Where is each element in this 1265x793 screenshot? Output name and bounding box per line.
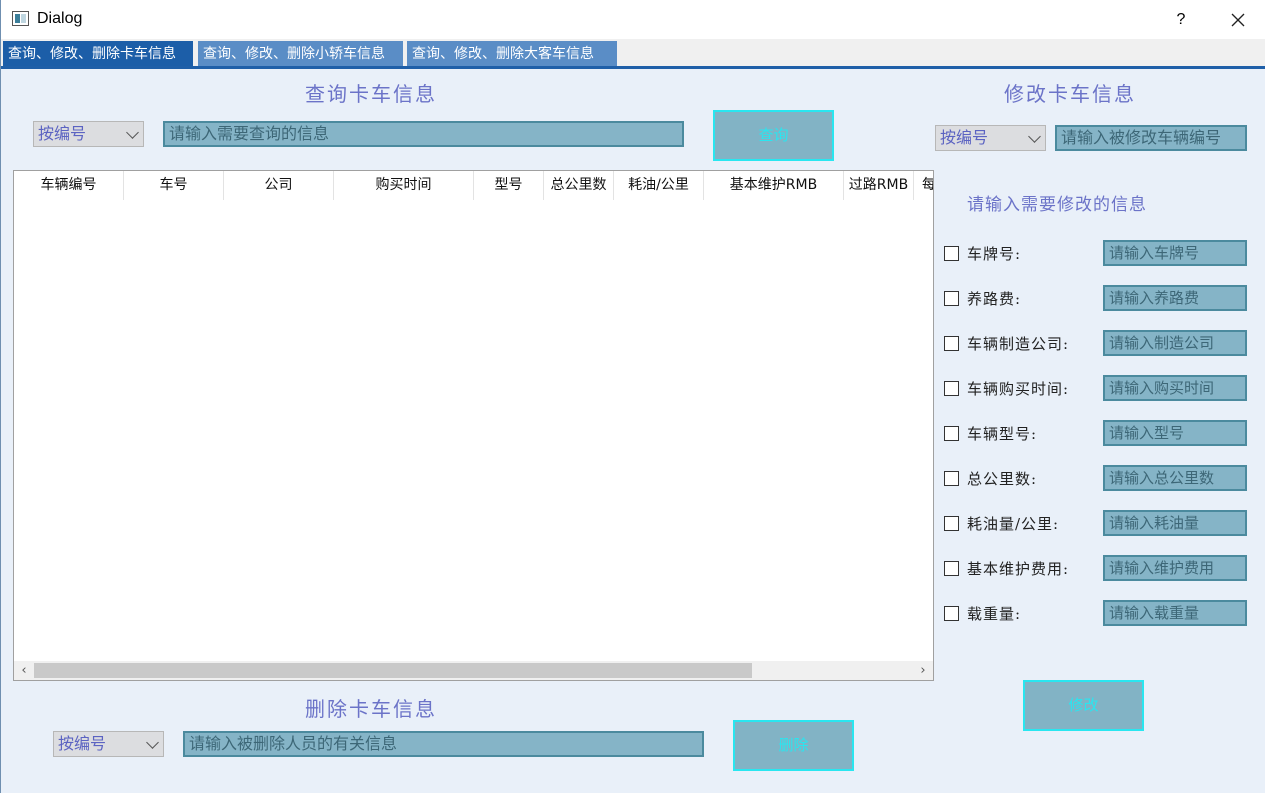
manufacturer-label: 车辆制造公司: [967,335,1070,353]
truck-table[interactable]: 车辆编号 车号 公司 购买时间 型号 总公里数 耗油/公里 基本维护RMB 过路… [13,170,934,681]
modify-id-input[interactable]: 请输入被修改车辆编号 [1055,125,1247,151]
road-fee-label: 养路费: [967,290,1022,308]
model-checkbox[interactable] [944,426,959,441]
column-header[interactable]: 车号 [124,171,224,200]
tab-bus[interactable]: 查询、修改、删除大客车信息 [407,41,617,67]
road-fee-input[interactable]: 请输入养路费 [1103,285,1247,311]
close-button[interactable] [1223,6,1253,34]
model-input[interactable]: 请输入型号 [1103,420,1247,446]
scroll-right-icon[interactable]: › [916,664,930,678]
chevron-down-icon [1028,130,1041,143]
query-section-title: 查询卡车信息 [305,82,437,106]
help-button[interactable]: ? [1169,8,1193,32]
scroll-left-icon[interactable]: ‹ [17,664,31,678]
query-filter-select[interactable]: 按编号 [33,121,144,147]
fuel-checkbox[interactable] [944,516,959,531]
column-header[interactable]: 公司 [224,171,334,200]
column-header[interactable]: 过路RMB [844,171,914,200]
modify-filter-value: 按编号 [940,128,989,147]
chevron-down-icon [126,126,139,139]
scrollbar-thumb[interactable] [34,663,752,678]
close-icon [1231,13,1245,27]
modify-prompt: 请输入需要修改的信息 [967,195,1147,215]
purchase-time-input[interactable]: 请输入购买时间 [1103,375,1247,401]
query-button[interactable]: 查询 [713,110,834,161]
query-filter-value: 按编号 [38,124,87,143]
manufacturer-input[interactable]: 请输入制造公司 [1103,330,1247,356]
purchase-time-checkbox[interactable] [944,381,959,396]
fuel-input[interactable]: 请输入耗油量 [1103,510,1247,536]
column-header[interactable]: 基本维护RMB [704,171,844,200]
model-label: 车辆型号: [967,425,1038,443]
query-input[interactable]: 请输入需要查询的信息 [163,121,684,147]
column-header[interactable]: 型号 [474,171,544,200]
title-bar: Dialog ? [1,0,1265,39]
mileage-label: 总公里数: [967,470,1038,488]
load-label: 载重量: [967,605,1022,623]
column-header[interactable]: 总公里数 [544,171,614,200]
maintenance-label: 基本维护费用: [967,560,1070,578]
mileage-checkbox[interactable] [944,471,959,486]
horizontal-scrollbar[interactable]: ‹ › [14,661,933,680]
dialog-window: Dialog ? 查询、修改、删除卡车信息 查询、修改、删除小轿车信息 查询、修… [0,0,1265,793]
column-header[interactable]: 每 [914,171,933,200]
tab-underline [1,66,1265,69]
tab-truck[interactable]: 查询、修改、删除卡车信息 [3,41,193,67]
window-title: Dialog [37,10,83,27]
delete-filter-select[interactable]: 按编号 [53,731,164,757]
road-fee-checkbox[interactable] [944,291,959,306]
modify-section-title: 修改卡车信息 [1004,82,1136,106]
load-checkbox[interactable] [944,606,959,621]
fuel-label: 耗油量/公里: [967,515,1060,533]
column-header[interactable]: 购买时间 [334,171,474,200]
modify-button[interactable]: 修改 [1023,680,1144,731]
delete-button[interactable]: 删除 [733,720,854,771]
app-window-icon [12,11,29,26]
mileage-input[interactable]: 请输入总公里数 [1103,465,1247,491]
plate-checkbox[interactable] [944,246,959,261]
plate-input[interactable]: 请输入车牌号 [1103,240,1247,266]
maintenance-checkbox[interactable] [944,561,959,576]
delete-input[interactable]: 请输入被删除人员的有关信息 [183,731,704,757]
maintenance-input[interactable]: 请输入维护费用 [1103,555,1247,581]
table-header: 车辆编号 车号 公司 购买时间 型号 总公里数 耗油/公里 基本维护RMB 过路… [14,171,933,200]
delete-section-title: 删除卡车信息 [305,697,437,721]
purchase-time-label: 车辆购买时间: [967,380,1070,398]
chevron-down-icon [146,736,159,749]
modify-filter-select[interactable]: 按编号 [935,125,1046,151]
column-header[interactable]: 耗油/公里 [614,171,704,200]
plate-label: 车牌号: [967,245,1022,263]
column-header[interactable]: 车辆编号 [14,171,124,200]
manufacturer-checkbox[interactable] [944,336,959,351]
delete-filter-value: 按编号 [58,734,107,753]
tab-car[interactable]: 查询、修改、删除小轿车信息 [198,41,403,67]
load-input[interactable]: 请输入载重量 [1103,600,1247,626]
